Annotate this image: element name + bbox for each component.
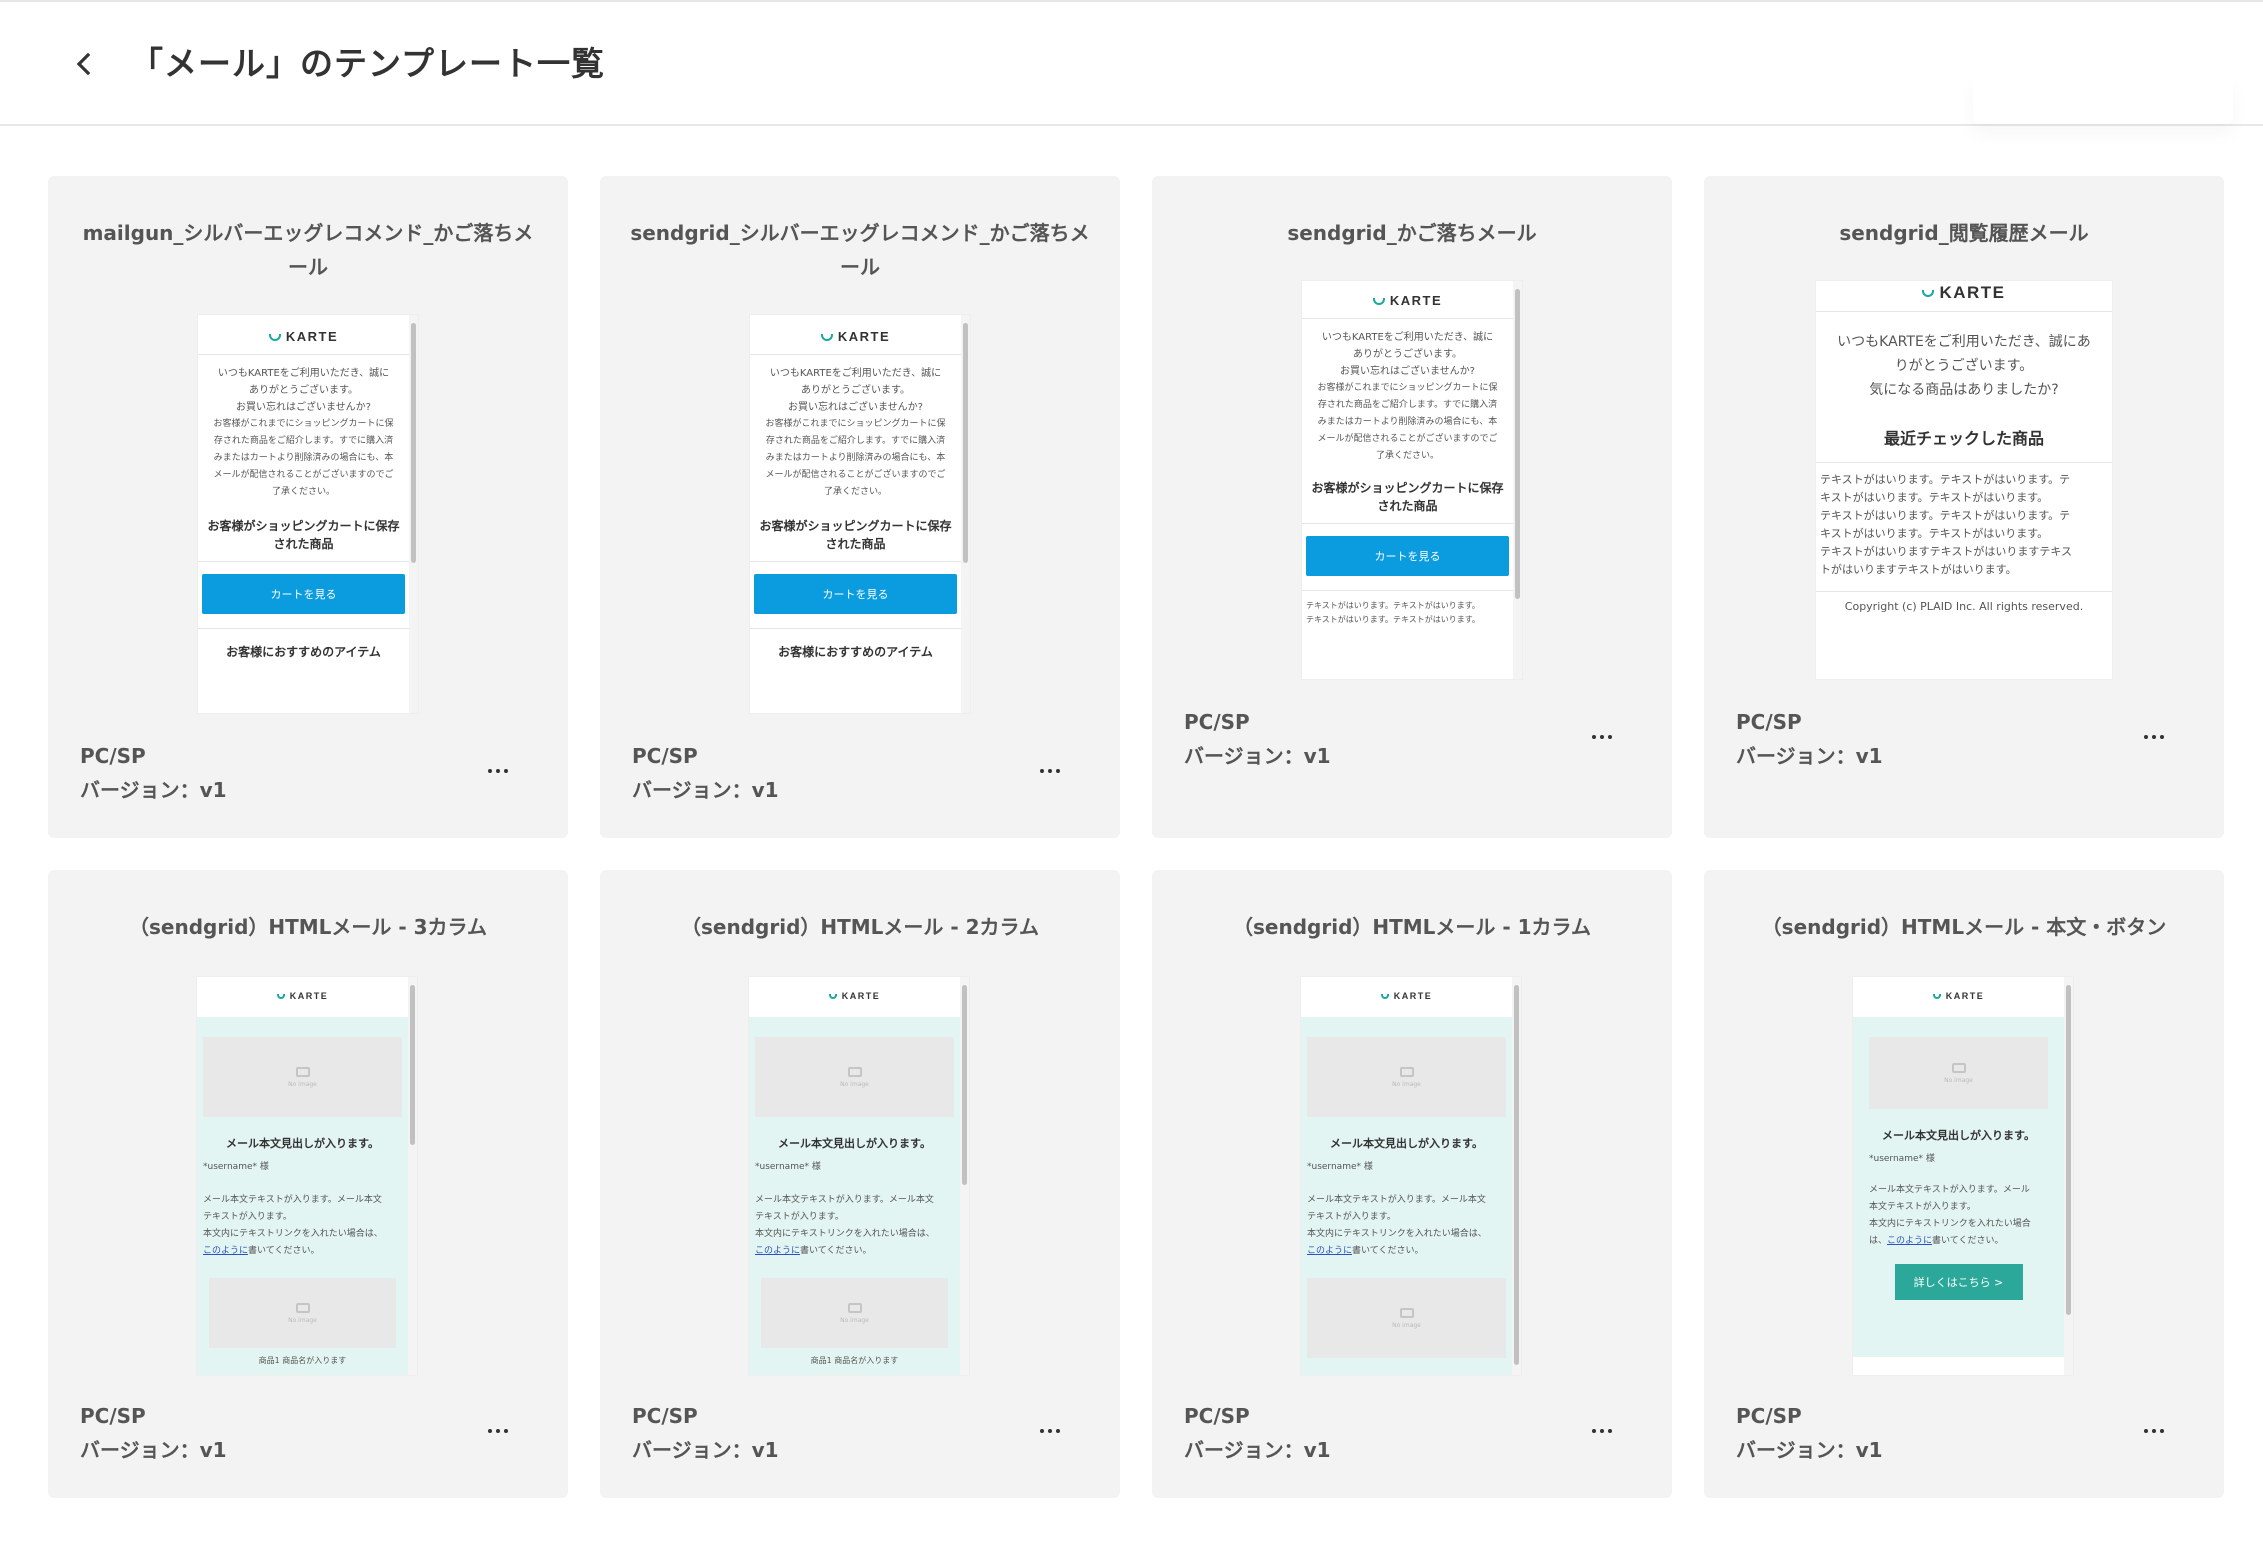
- text-link: このように: [1307, 1246, 1353, 1256]
- template-card[interactable]: （sendgrid）HTMLメール - 本文・ボタン KARTE No imag…: [1704, 870, 2224, 1498]
- template-title: mailgun_シルバーエッグレコメンド_かご落ちメール: [82, 221, 534, 279]
- page-header: 「メール」のテンプレート一覧: [0, 0, 2263, 126]
- device-label: PC/SP: [80, 1404, 146, 1428]
- device-label: PC/SP: [1184, 1404, 1250, 1428]
- template-title: （sendgrid）HTMLメール - 1カラム: [1233, 915, 1591, 939]
- version-label: バージョン：v1: [1736, 1438, 1883, 1462]
- template-card[interactable]: sendgrid_シルバーエッグレコメンド_かご落ちメール KARTE いつもK…: [600, 176, 1120, 838]
- device-label: PC/SP: [1184, 710, 1250, 734]
- camera-icon: [847, 1066, 862, 1077]
- karte-logo-icon: [1380, 994, 1389, 1000]
- image-placeholder: No image: [755, 1037, 954, 1117]
- image-placeholder: No image: [209, 1278, 396, 1348]
- template-title: （sendgrid）HTMLメール - 本文・ボタン: [1761, 915, 2167, 939]
- karte-logo-icon: [1922, 290, 1935, 298]
- scrollbar[interactable]: [1512, 977, 1521, 1375]
- version-label: バージョン：v1: [1736, 744, 1883, 768]
- template-preview[interactable]: KARTE いつもKARTEをご利用いただき、誠に ありがとうございます。 お買…: [749, 314, 971, 714]
- text-link: このように: [203, 1246, 249, 1256]
- template-preview[interactable]: KARTE No image メール本文見出しが入ります。 *username*…: [196, 976, 418, 1376]
- template-card[interactable]: sendgrid_かご落ちメール KARTE いつもKARTEをご利用いただき、…: [1152, 176, 1672, 838]
- version-label: バージョン：v1: [1184, 744, 1331, 768]
- version-label: バージョン：v1: [1184, 1438, 1331, 1462]
- version-label: バージョン：v1: [80, 1438, 227, 1462]
- template-title: sendgrid_かご落ちメール: [1287, 221, 1537, 245]
- template-title: （sendgrid）HTMLメール - 2カラム: [681, 915, 1039, 939]
- scrollbar[interactable]: [408, 977, 417, 1375]
- scrollbar[interactable]: [961, 315, 970, 713]
- karte-logo-icon: [820, 334, 833, 342]
- text-link: このように: [1887, 1236, 1933, 1246]
- camera-icon: [847, 1302, 862, 1313]
- template-title: sendgrid_シルバーエッグレコメンド_かご落ちメール: [630, 221, 1090, 279]
- template-preview[interactable]: KARTE No image メール本文見出しが入ります。 *username*…: [1852, 976, 2074, 1376]
- karte-logo-icon: [1372, 298, 1385, 306]
- camera-icon: [1399, 1066, 1414, 1077]
- version-label: バージョン：v1: [80, 778, 227, 802]
- scrollbar[interactable]: [960, 977, 969, 1375]
- image-placeholder: No image: [1307, 1037, 1506, 1117]
- more-options-button[interactable]: [1032, 756, 1068, 786]
- device-label: PC/SP: [632, 1404, 698, 1428]
- camera-icon: [1951, 1062, 1966, 1073]
- template-card[interactable]: mailgun_シルバーエッグレコメンド_かご落ちメール KARTE いつもKA…: [48, 176, 568, 838]
- image-placeholder: No image: [761, 1278, 948, 1348]
- scrollbar[interactable]: [2064, 977, 2073, 1375]
- chevron-left-icon: [76, 52, 91, 76]
- back-button[interactable]: [62, 42, 106, 86]
- template-grid: mailgun_シルバーエッグレコメンド_かご落ちメール KARTE いつもKA…: [48, 176, 2226, 838]
- more-options-button[interactable]: [1584, 1416, 1620, 1446]
- template-title: sendgrid_閲覧履歴メール: [1839, 221, 2089, 245]
- image-placeholder: No image: [1307, 1278, 1506, 1358]
- device-label: PC/SP: [80, 744, 146, 768]
- template-card[interactable]: （sendgrid）HTMLメール - 2カラム KARTE No image …: [600, 870, 1120, 1498]
- karte-logo-icon: [828, 994, 837, 1000]
- page-title: 「メール」のテンプレート一覧: [130, 44, 606, 83]
- template-preview[interactable]: KARTE いつもKARTEをご利用いただき、誠にあ りがとうございます。 気に…: [1815, 280, 2113, 680]
- template-preview[interactable]: KARTE No image メール本文見出しが入ります。 *username*…: [1300, 976, 1522, 1376]
- more-options-button[interactable]: [480, 756, 516, 786]
- template-preview[interactable]: KARTE いつもKARTEをご利用いただき、誠に ありがとうございます。 お買…: [197, 314, 419, 714]
- camera-icon: [295, 1066, 310, 1077]
- karte-logo-icon: [1932, 994, 1941, 1000]
- template-preview[interactable]: KARTE いつもKARTEをご利用いただき、誠に ありがとうございます。 お買…: [1301, 280, 1523, 680]
- karte-logo-icon: [276, 994, 285, 1000]
- version-label: バージョン：v1: [632, 778, 779, 802]
- camera-icon: [1399, 1307, 1414, 1318]
- template-grid-row-2: （sendgrid）HTMLメール - 3カラム KARTE No image …: [48, 870, 2226, 1498]
- image-placeholder: No image: [1869, 1037, 2048, 1109]
- template-card[interactable]: sendgrid_閲覧履歴メール KARTE いつもKARTEをご利用いただき、…: [1704, 176, 2224, 838]
- more-options-button[interactable]: [480, 1416, 516, 1446]
- template-card[interactable]: （sendgrid）HTMLメール - 3カラム KARTE No image …: [48, 870, 568, 1498]
- more-options-button[interactable]: [2136, 722, 2172, 752]
- more-options-button[interactable]: [1032, 1416, 1068, 1446]
- image-placeholder: No image: [203, 1037, 402, 1117]
- karte-logo-icon: [268, 334, 281, 342]
- scrollbar[interactable]: [1513, 281, 1522, 679]
- text-link: このように: [755, 1246, 801, 1256]
- version-label: バージョン：v1: [632, 1438, 779, 1462]
- device-label: PC/SP: [632, 744, 698, 768]
- template-title: （sendgrid）HTMLメール - 3カラム: [129, 915, 487, 939]
- template-card[interactable]: （sendgrid）HTMLメール - 1カラム KARTE No image …: [1152, 870, 1672, 1498]
- template-preview[interactable]: KARTE No image メール本文見出しが入ります。 *username*…: [748, 976, 970, 1376]
- camera-icon: [295, 1302, 310, 1313]
- device-label: PC/SP: [1736, 710, 1802, 734]
- more-options-button[interactable]: [2136, 1416, 2172, 1446]
- more-options-button[interactable]: [1584, 722, 1620, 752]
- scrollbar[interactable]: [409, 315, 418, 713]
- device-label: PC/SP: [1736, 1404, 1802, 1428]
